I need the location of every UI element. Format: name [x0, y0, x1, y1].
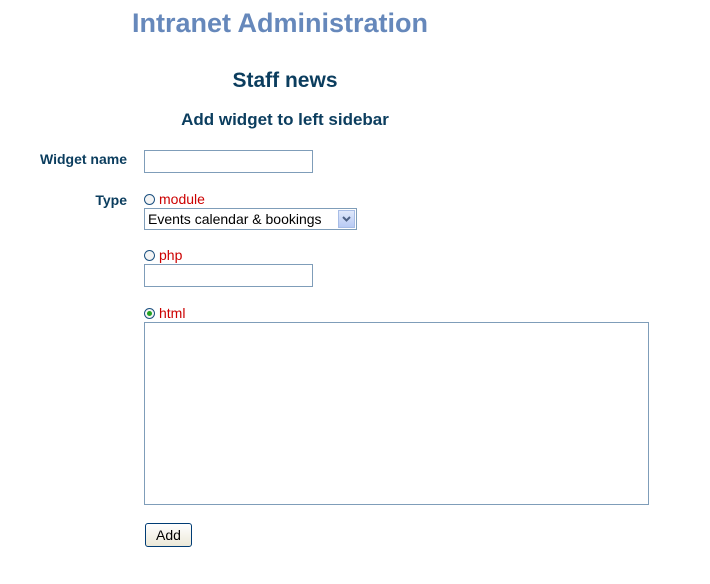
- section-title: Staff news: [232, 69, 338, 92]
- module-radio-label: module: [159, 191, 205, 207]
- app-title: Intranet Administration: [132, 8, 429, 38]
- type-label: Type: [95, 192, 127, 208]
- admin-page: Intranet Administration Staff news Add w…: [0, 0, 710, 584]
- php-radio[interactable]: [144, 249, 155, 261]
- html-textarea[interactable]: [144, 322, 649, 505]
- php-input[interactable]: [144, 264, 313, 287]
- module-radio[interactable]: [144, 193, 155, 205]
- widget-name-label: Widget name: [40, 151, 127, 167]
- php-radio-label: php: [159, 247, 183, 263]
- chevron-down-icon[interactable]: [338, 210, 355, 228]
- form-title: Add widget to left sidebar: [181, 110, 389, 129]
- type-option-module[interactable]: module: [144, 191, 205, 207]
- html-radio-label: html: [159, 305, 186, 321]
- widget-name-input[interactable]: [144, 150, 313, 173]
- type-option-php[interactable]: php: [144, 247, 182, 263]
- type-option-html[interactable]: html: [144, 305, 185, 321]
- html-radio[interactable]: [144, 307, 155, 319]
- module-select-value: Events calendar & bookings: [148, 211, 322, 227]
- add-button[interactable]: Add: [145, 523, 192, 547]
- module-select[interactable]: Events calendar & bookings: [144, 208, 357, 230]
